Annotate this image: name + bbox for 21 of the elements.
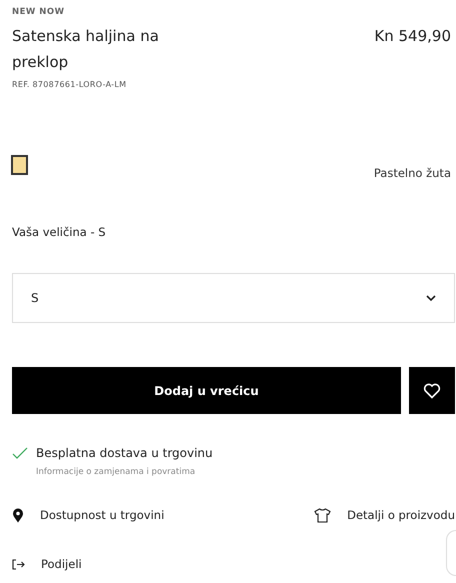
store-availability-link[interactable]: Dostupnost u trgovini — [12, 507, 164, 524]
share-link[interactable]: Podijeli — [12, 556, 82, 574]
share-icon — [12, 559, 25, 570]
delivery-title: Besplatna dostava u trgovinu — [36, 445, 213, 462]
shirt-icon — [314, 508, 332, 524]
size-label: Vaša veličina - S — [12, 224, 107, 241]
product-title: Satenska haljina na preklop — [12, 26, 160, 73]
product-price: Kn 549,90 — [374, 26, 451, 47]
size-select[interactable]: S — [12, 273, 455, 324]
color-swatch[interactable] — [12, 156, 27, 174]
wishlist-button[interactable] — [409, 367, 455, 414]
collection-label: NEW NOW — [12, 6, 66, 19]
chevron-down-icon — [426, 294, 436, 302]
location-pin-icon — [12, 508, 24, 524]
color-name: Pastelno žuta — [374, 164, 451, 182]
add-to-bag-button[interactable]: Dodaj u vrećicu — [12, 367, 401, 414]
product-reference: REF. 87087661-LORO-A-LM — [12, 78, 128, 91]
heart-icon — [423, 382, 441, 399]
check-icon — [12, 447, 28, 460]
product-details-link[interactable]: Detalji o proizvodu — [314, 507, 455, 524]
returns-info-link[interactable]: Informacije o zamjenama i povratima — [36, 466, 213, 479]
